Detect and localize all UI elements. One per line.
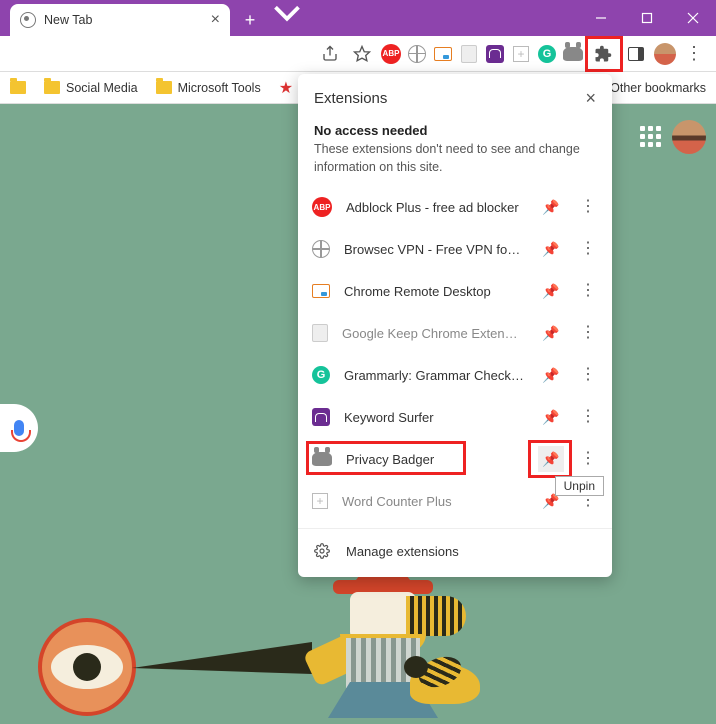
ext-adblock-icon[interactable]: ABP: [380, 43, 402, 65]
more-icon[interactable]: [578, 330, 598, 336]
more-icon[interactable]: [578, 204, 598, 210]
extension-name: Adblock Plus - free ad blocker: [346, 200, 524, 215]
extension-row-browsec[interactable]: Browsec VPN - Free VPN for Ch... 📌: [298, 228, 612, 270]
account-avatar[interactable]: [672, 120, 706, 154]
adblock-icon: ABP: [312, 197, 332, 217]
browsec-icon: [312, 240, 330, 258]
extension-row-privacy-badger[interactable]: Privacy Badger 📌 Unpin: [298, 438, 612, 480]
tab-title: New Tab: [44, 13, 92, 27]
more-icon[interactable]: [578, 246, 598, 252]
bookmark-folder[interactable]: Microsoft Tools: [156, 81, 261, 95]
keep-icon: [312, 324, 328, 342]
section-subtitle: These extensions don't need to see and c…: [298, 140, 612, 186]
gear-icon: [314, 543, 330, 559]
more-icon[interactable]: [578, 414, 598, 420]
word-counter-icon: +: [312, 493, 328, 509]
extension-row-keyword-surfer[interactable]: Keyword Surfer 📌: [298, 396, 612, 438]
tab-close-icon[interactable]: ×: [211, 11, 220, 29]
browser-toolbar: ABP + G ⋮: [0, 36, 716, 72]
side-panel-icon[interactable]: [622, 40, 650, 68]
pin-icon[interactable]: 📌: [538, 278, 564, 304]
crd-icon: [312, 284, 330, 298]
extensions-popup: Extensions × No access needed These exte…: [298, 74, 612, 577]
extension-row-grammarly[interactable]: G Grammarly: Grammar Checker... 📌: [298, 354, 612, 396]
extension-row-adblock[interactable]: ABP Adblock Plus - free ad blocker 📌: [298, 186, 612, 228]
ext-privacy-badger-icon[interactable]: [562, 43, 584, 65]
extension-row-keep[interactable]: Google Keep Chrome Extension 📌: [298, 312, 612, 354]
folder-icon: [44, 81, 60, 94]
close-icon[interactable]: ×: [585, 88, 596, 109]
ext-keyword-surfer-icon[interactable]: [484, 43, 506, 65]
section-title: No access needed: [298, 119, 612, 140]
privacy-badger-icon: [312, 452, 332, 466]
bookmark-folder[interactable]: [10, 81, 26, 94]
voice-search-button[interactable]: [0, 404, 38, 452]
ext-word-counter-icon[interactable]: +: [510, 43, 532, 65]
tab-search-button[interactable]: [264, 0, 310, 36]
ext-grammarly-icon[interactable]: G: [536, 43, 558, 65]
microphone-icon: [14, 420, 24, 436]
window-close-button[interactable]: [670, 0, 716, 36]
browser-tab[interactable]: New Tab ×: [10, 4, 230, 36]
grammarly-icon: G: [312, 366, 330, 384]
extension-name: Word Counter Plus: [342, 494, 524, 509]
google-apps-icon[interactable]: [640, 126, 662, 148]
highlight-box: [585, 36, 623, 72]
pin-icon[interactable]: 📌: [538, 362, 564, 388]
keyword-surfer-icon: [312, 408, 330, 426]
window-maximize-button[interactable]: [624, 0, 670, 36]
folder-icon: [156, 81, 172, 94]
pin-icon[interactable]: 📌: [538, 404, 564, 430]
extension-name: Keyword Surfer: [344, 410, 524, 425]
manage-extensions-row[interactable]: Manage extensions: [298, 528, 612, 573]
extension-name: Grammarly: Grammar Checker...: [344, 368, 524, 383]
extension-row-crd[interactable]: Chrome Remote Desktop 📌: [298, 270, 612, 312]
ext-remote-desktop-icon[interactable]: [432, 43, 454, 65]
extension-name: Chrome Remote Desktop: [344, 284, 524, 299]
pin-icon[interactable]: 📌: [538, 194, 564, 220]
new-tab-button[interactable]: +: [236, 6, 264, 34]
popup-title: Extensions: [314, 90, 387, 107]
extension-name: Privacy Badger: [346, 452, 524, 467]
window-titlebar: New Tab × +: [0, 0, 716, 36]
star-icon: ★: [279, 78, 293, 98]
more-icon[interactable]: [578, 288, 598, 294]
other-bookmarks[interactable]: Other bookmarks: [610, 81, 706, 95]
more-icon[interactable]: [578, 372, 598, 378]
bookmark-star-icon[interactable]: [348, 40, 376, 68]
folder-icon: [10, 81, 26, 94]
unpin-tooltip: Unpin: [555, 476, 604, 496]
more-icon[interactable]: [578, 498, 598, 504]
ext-keep-icon[interactable]: [458, 43, 480, 65]
share-icon[interactable]: [316, 40, 344, 68]
ext-browsec-icon[interactable]: [406, 43, 428, 65]
extension-name: Browsec VPN - Free VPN for Ch...: [344, 242, 524, 257]
pin-icon[interactable]: 📌: [538, 446, 564, 472]
extension-name: Google Keep Chrome Extension: [342, 326, 524, 341]
bookmark-folder[interactable]: Social Media: [44, 81, 138, 95]
pin-icon[interactable]: 📌: [538, 236, 564, 262]
menu-icon[interactable]: ⋮: [680, 40, 708, 68]
tab-favicon: [20, 12, 36, 28]
pin-icon[interactable]: 📌: [538, 320, 564, 346]
more-icon[interactable]: [578, 456, 598, 462]
manage-extensions-label: Manage extensions: [346, 544, 459, 559]
window-minimize-button[interactable]: [578, 0, 624, 36]
profile-avatar-icon[interactable]: [654, 43, 676, 65]
